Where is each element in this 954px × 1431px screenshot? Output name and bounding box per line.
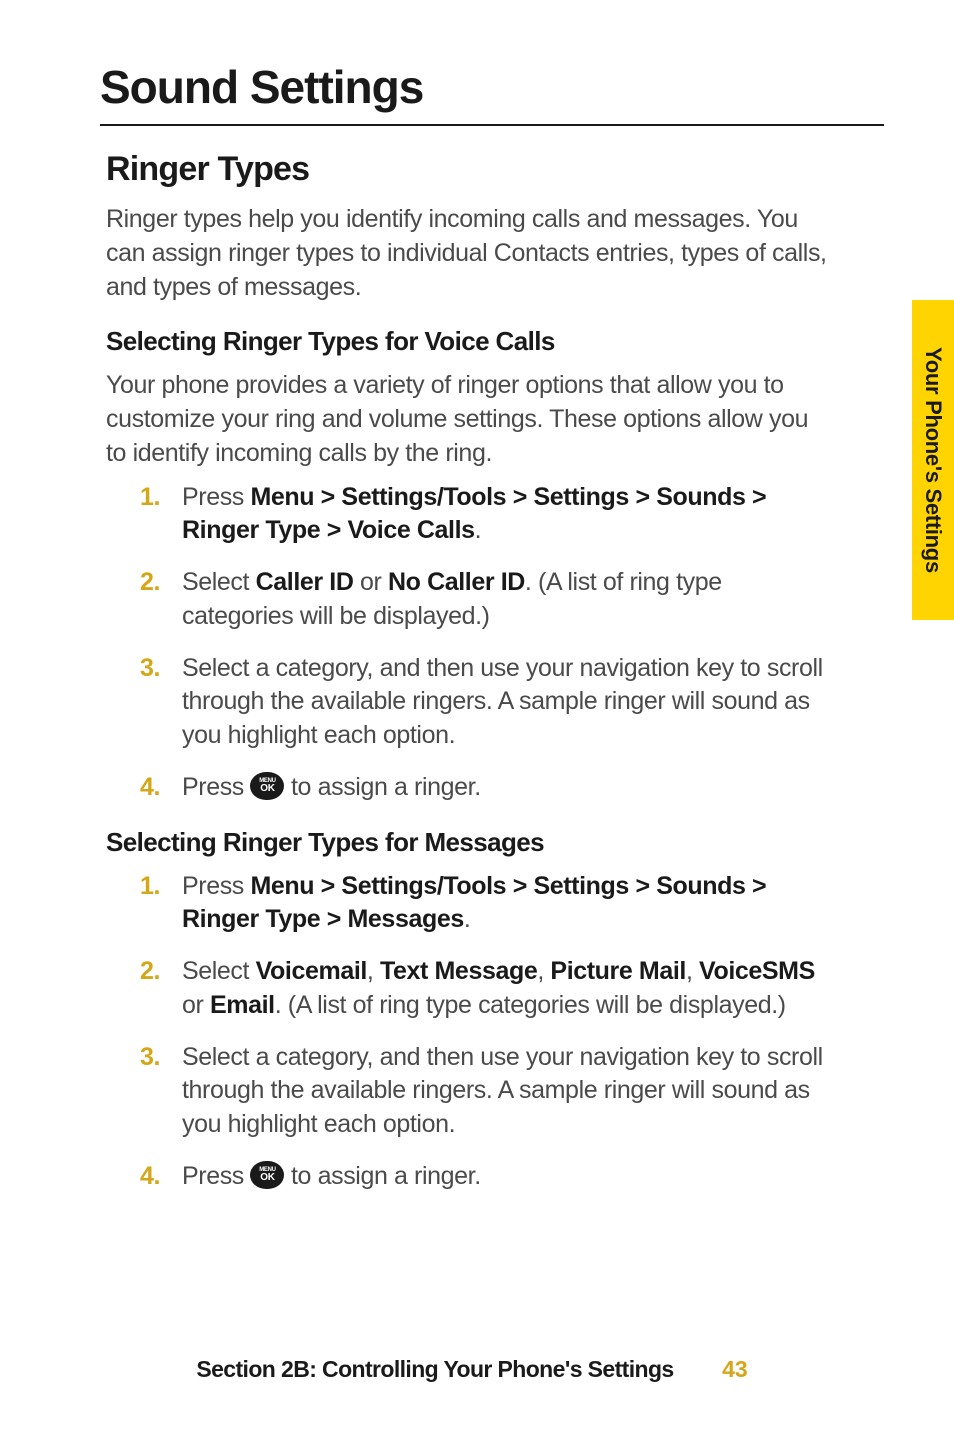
footer-page-number: 43 bbox=[722, 1356, 748, 1383]
subsection-heading-messages: Selecting Ringer Types for Messages bbox=[106, 827, 884, 858]
menu-ok-icon: MENUOK bbox=[250, 772, 284, 800]
step-number: 2. bbox=[140, 566, 182, 600]
section-heading: Ringer Types bbox=[106, 150, 884, 189]
step-number: 1. bbox=[140, 870, 182, 904]
step-text: Press Menu > Settings/Tools > Settings >… bbox=[182, 481, 834, 549]
list-item: 4. Press MENUOK to assign a ringer. bbox=[140, 1160, 834, 1194]
step-text: Press MENUOK to assign a ringer. bbox=[182, 771, 834, 805]
section-side-tab: Your Phone's Settings bbox=[912, 300, 954, 620]
voice-steps-list: 1. Press Menu > Settings/Tools > Setting… bbox=[140, 481, 834, 805]
step-number: 3. bbox=[140, 1041, 182, 1075]
side-tab-label: Your Phone's Settings bbox=[920, 347, 946, 573]
menu-ok-icon: MENUOK bbox=[250, 1161, 284, 1189]
step-text: Select a category, and then use your nav… bbox=[182, 1041, 834, 1142]
intro-paragraph: Ringer types help you identify incoming … bbox=[106, 203, 834, 304]
step-text: Select a category, and then use your nav… bbox=[182, 652, 834, 753]
step-text: Press MENUOK to assign a ringer. bbox=[182, 1160, 834, 1194]
messages-steps-list: 1. Press Menu > Settings/Tools > Setting… bbox=[140, 870, 834, 1194]
list-item: 1. Press Menu > Settings/Tools > Setting… bbox=[140, 481, 834, 549]
list-item: 4. Press MENUOK to assign a ringer. bbox=[140, 771, 834, 805]
list-item: 2. Select Voicemail, Text Message, Pictu… bbox=[140, 955, 834, 1023]
step-number: 1. bbox=[140, 481, 182, 515]
title-rule bbox=[100, 124, 884, 126]
page-content: Your Phone's Settings Sound Settings Rin… bbox=[0, 0, 954, 1431]
step-number: 4. bbox=[140, 771, 182, 805]
voice-paragraph: Your phone provides a variety of ringer … bbox=[106, 369, 834, 470]
list-item: 2. Select Caller ID or No Caller ID. (A … bbox=[140, 566, 834, 634]
step-number: 2. bbox=[140, 955, 182, 989]
page-title: Sound Settings bbox=[100, 60, 884, 114]
step-text: Select Caller ID or No Caller ID. (A lis… bbox=[182, 566, 834, 634]
step-text: Select Voicemail, Text Message, Picture … bbox=[182, 955, 834, 1023]
list-item: 3. Select a category, and then use your … bbox=[140, 1041, 834, 1142]
list-item: 1. Press Menu > Settings/Tools > Setting… bbox=[140, 870, 834, 938]
footer-section-title: Section 2B: Controlling Your Phone's Set… bbox=[196, 1356, 673, 1382]
page-footer: Section 2B: Controlling Your Phone's Set… bbox=[0, 1356, 954, 1383]
step-text: Press Menu > Settings/Tools > Settings >… bbox=[182, 870, 834, 938]
step-number: 4. bbox=[140, 1160, 182, 1194]
step-number: 3. bbox=[140, 652, 182, 686]
subsection-heading-voice: Selecting Ringer Types for Voice Calls bbox=[106, 326, 884, 357]
list-item: 3. Select a category, and then use your … bbox=[140, 652, 834, 753]
